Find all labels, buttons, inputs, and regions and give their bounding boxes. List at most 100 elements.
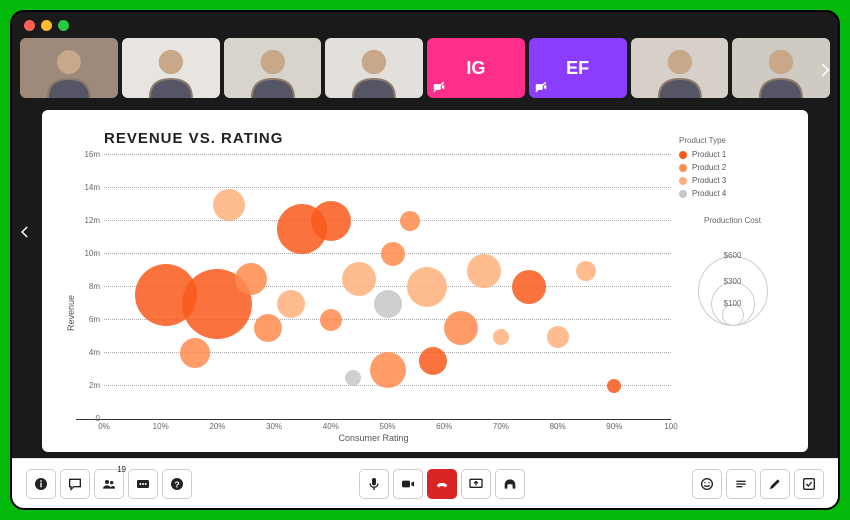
y-gridline: 12m [104, 220, 671, 221]
participant-4[interactable] [325, 38, 423, 98]
legend-item: Product 4 [679, 189, 786, 198]
x-tick-label: 100 [664, 422, 677, 431]
y-gridline: 16m [104, 154, 671, 155]
info-button[interactable] [26, 469, 56, 499]
participant-7[interactable] [631, 38, 729, 98]
help-button[interactable]: ? [162, 469, 192, 499]
captions-button[interactable] [128, 469, 158, 499]
mute-button[interactable] [359, 469, 389, 499]
annotate-button[interactable] [760, 469, 790, 499]
count-badge: 19 [117, 465, 126, 474]
call-toolbar: 19? [12, 458, 838, 508]
data-point [370, 352, 406, 388]
size-legend-title: Production Cost [679, 216, 786, 225]
data-point [381, 242, 405, 266]
y-tick-label: 14m [76, 183, 100, 192]
window-traffic-lights [24, 20, 69, 31]
size-legend-label: $100 [724, 299, 742, 308]
maximize-window[interactable] [58, 20, 69, 31]
data-point [235, 263, 267, 295]
data-point [407, 267, 447, 307]
legend-swatch [679, 164, 687, 172]
x-tick-label: 30% [266, 422, 282, 431]
participants-button[interactable]: 19 [94, 469, 124, 499]
legend-swatch [679, 151, 687, 159]
data-point [277, 290, 305, 318]
svg-text:?: ? [174, 479, 179, 489]
x-tick-label: 80% [550, 422, 566, 431]
camera-off-icon [432, 80, 446, 94]
participant-3[interactable] [224, 38, 322, 98]
y-tick-label: 16m [76, 150, 100, 159]
participants-strip: IGEF [12, 12, 838, 102]
data-point [607, 379, 621, 393]
data-point [320, 309, 342, 331]
legend-swatch [679, 177, 687, 185]
notes-button[interactable] [726, 469, 756, 499]
participant-5[interactable]: IG [427, 38, 525, 98]
x-tick-label: 50% [379, 422, 395, 431]
y-tick-label: 2m [76, 381, 100, 390]
y-axis-label: Revenue [64, 265, 76, 331]
participant-6[interactable]: EF [529, 38, 627, 98]
data-point [374, 290, 402, 318]
data-point [493, 329, 509, 345]
y-tick-label: 8m [76, 282, 100, 291]
share-screen-button[interactable] [461, 469, 491, 499]
camera-off-icon [534, 80, 548, 94]
x-tick-label: 0% [98, 422, 110, 431]
plot-area: Consumer Rating 2m4m6m8m10m12m14m16m00%1… [76, 155, 671, 420]
toolbar-left-group: 19? [26, 469, 192, 499]
data-point [419, 347, 447, 375]
next-participants-button[interactable] [814, 50, 836, 90]
x-tick-label: 40% [323, 422, 339, 431]
participant-1[interactable] [20, 38, 118, 98]
legend-label: Product 3 [692, 176, 726, 185]
legend-item: Product 2 [679, 163, 786, 172]
x-tick-label: 60% [436, 422, 452, 431]
data-point [345, 370, 361, 386]
minimize-window[interactable] [41, 20, 52, 31]
participant-2[interactable] [122, 38, 220, 98]
data-point [254, 314, 282, 342]
audio-settings-button[interactable] [495, 469, 525, 499]
data-point [547, 326, 569, 348]
data-point [213, 189, 245, 221]
y-gridline: 14m [104, 187, 671, 188]
chart-legend: Product Type Product 1 Product 2 Product 3… [671, 128, 786, 442]
legend-swatch [679, 190, 687, 198]
reactions-button[interactable] [692, 469, 722, 499]
chat-button[interactable] [60, 469, 90, 499]
legend-item: Product 3 [679, 176, 786, 185]
data-point [467, 254, 501, 288]
size-legend: Production Cost $600 $300 $100 [679, 216, 786, 326]
size-legend-label: $600 [724, 251, 742, 260]
data-point [180, 338, 210, 368]
shared-slide: REVENUE VS. RATING Revenue Consumer Rati… [42, 110, 808, 452]
legend-label: Product 1 [692, 150, 726, 159]
x-tick-label: 90% [606, 422, 622, 431]
chart: REVENUE VS. RATING Revenue Consumer Rati… [64, 128, 671, 442]
data-point [311, 201, 351, 241]
data-point [400, 211, 420, 231]
tasks-button[interactable] [794, 469, 824, 499]
video-button[interactable] [393, 469, 423, 499]
end-call-button[interactable] [427, 469, 457, 499]
previous-page-button[interactable] [14, 212, 36, 252]
size-legend-label: $300 [724, 277, 742, 286]
close-window[interactable] [24, 20, 35, 31]
legend-label: Product 2 [692, 163, 726, 172]
data-point [512, 270, 546, 304]
toolbar-center-group [359, 469, 525, 499]
legend-item: Product 1 [679, 150, 786, 159]
x-axis-label: Consumer Rating [76, 433, 671, 443]
legend-label: Product 4 [692, 189, 726, 198]
legend-title: Product Type [679, 136, 786, 145]
x-tick-label: 10% [153, 422, 169, 431]
toolbar-right-group [692, 469, 824, 499]
data-point [342, 262, 376, 296]
data-point [444, 311, 478, 345]
y-tick-label: 4m [76, 348, 100, 357]
x-tick-label: 20% [209, 422, 225, 431]
presentation-stage: REVENUE VS. RATING Revenue Consumer Rati… [12, 102, 838, 458]
